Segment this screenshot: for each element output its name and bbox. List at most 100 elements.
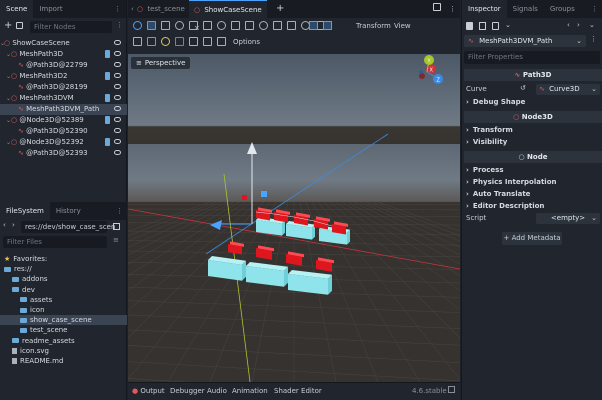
pin-icon[interactable]: [273, 21, 282, 30]
tab-inspector[interactable]: Inspector: [462, 0, 507, 18]
tree-row[interactable]: ∿ @Path3D@28199: [0, 82, 127, 93]
reset-icon[interactable]: ↺: [520, 84, 526, 92]
filter-files-input[interactable]: Filter Files: [3, 236, 107, 248]
fs-item[interactable]: show_case_scene: [0, 315, 127, 326]
3d-viewport[interactable]: X Z Y ≡ Perspective: [128, 54, 460, 382]
visibility-eye-icon[interactable]: [114, 84, 121, 89]
output-tab[interactable]: ● Output: [132, 387, 165, 395]
filter-properties-input[interactable]: Filter Properties: [464, 51, 600, 64]
visibility-eye-icon[interactable]: [114, 150, 121, 155]
visibility-eye-icon[interactable]: [114, 51, 121, 56]
options-menu[interactable]: Options: [233, 38, 260, 46]
fs-path-input[interactable]: res://dev/show_case_scen: [21, 221, 115, 233]
grid-snap-icon[interactable]: [323, 21, 332, 30]
visibility-eye-icon[interactable]: [114, 106, 121, 111]
curve-resource-picker[interactable]: ∿ Curve3D ⌄: [536, 84, 600, 95]
tree-row[interactable]: ⌄○ MeshPath3DVM: [0, 93, 127, 104]
load-resource-icon[interactable]: [479, 22, 486, 30]
fs-item[interactable]: addons: [0, 274, 127, 284]
fs-item[interactable]: icon: [0, 305, 127, 315]
path-mirror-icon[interactable]: [189, 37, 198, 46]
path-close-icon[interactable]: [175, 37, 184, 46]
new-tab-icon[interactable]: +: [276, 3, 284, 14]
path-add-icon[interactable]: [147, 37, 156, 46]
tab-showcasescene[interactable]: ○ ShowCaseScene ×: [189, 0, 267, 32]
physics-interpolation-section[interactable]: Physics Interpolation: [466, 177, 557, 188]
view-menu[interactable]: View: [394, 22, 411, 30]
script-icon[interactable]: [105, 72, 110, 80]
fs-item[interactable]: dev: [0, 285, 127, 295]
tree-row[interactable]: ⌄○ MeshPath3D: [0, 49, 127, 60]
tree-row[interactable]: ∿ MeshPath3DVM_Path: [0, 104, 127, 115]
forward-arrow-icon[interactable]: ›: [12, 221, 15, 229]
editor-description-section[interactable]: Editor Description: [466, 201, 545, 212]
tree-row[interactable]: ⌄○ MeshPath3D2: [0, 71, 127, 82]
path-lock-icon[interactable]: [217, 37, 226, 46]
tree-row[interactable]: ⌄○ ShowCaseScene: [0, 38, 127, 49]
path-tilt-icon[interactable]: [203, 37, 212, 46]
undo-icon[interactable]: [245, 21, 254, 30]
ruler-icon[interactable]: [231, 21, 240, 30]
new-resource-icon[interactable]: [466, 22, 473, 30]
object-menu-icon[interactable]: ⋮: [590, 35, 597, 43]
fs-item[interactable]: assets: [0, 295, 127, 305]
process-section[interactable]: Process: [466, 165, 504, 176]
tab-history[interactable]: History: [50, 202, 87, 220]
script-icon[interactable]: [105, 138, 110, 146]
dock-menu-icon[interactable]: ⋮: [114, 5, 122, 13]
redo-icon[interactable]: [259, 21, 268, 30]
visibility-eye-icon[interactable]: [114, 40, 121, 45]
perspective-menu[interactable]: ≡ Perspective: [131, 57, 191, 69]
visibility-eye-icon[interactable]: [114, 128, 121, 133]
transform-section[interactable]: Transform: [466, 125, 513, 136]
tab-groups[interactable]: Groups: [544, 0, 581, 18]
tabs-menu-icon[interactable]: ⋮: [449, 5, 456, 13]
distraction-free-icon[interactable]: [433, 3, 441, 11]
inspected-node-selector[interactable]: ∿ MeshPath3DVM_Path ⌄: [464, 35, 586, 47]
fs-item[interactable]: res://: [0, 264, 127, 274]
history-back-icon[interactable]: ‹: [567, 21, 570, 29]
script-icon[interactable]: [105, 50, 110, 58]
transform-menu[interactable]: Transform: [356, 22, 391, 30]
move-tool-icon[interactable]: [147, 21, 156, 30]
animation-tab[interactable]: Animation: [232, 387, 268, 395]
filter-nodes-input[interactable]: Filter Nodes: [30, 21, 112, 33]
tree-row[interactable]: ∿ @Path3D@22799: [0, 60, 127, 71]
tree-row[interactable]: ∿ @Path3D@52393: [0, 148, 127, 159]
script-picker[interactable]: <empty> ⌄: [536, 213, 600, 224]
script-icon[interactable]: [105, 94, 110, 102]
save-resource-icon[interactable]: [492, 22, 499, 30]
resource-menu-icon[interactable]: ⌄: [505, 21, 511, 29]
tab-filesystem[interactable]: FileSystem: [0, 202, 50, 220]
auto-translate-section[interactable]: Auto Translate: [466, 189, 531, 200]
lock-icon[interactable]: [203, 21, 212, 30]
tab-scene[interactable]: Scene: [0, 0, 34, 18]
tab-signals[interactable]: Signals: [507, 0, 544, 18]
add-metadata-button[interactable]: + Add Metadata: [502, 232, 562, 245]
fs-item[interactable]: README.md: [0, 356, 127, 366]
history-forward-icon[interactable]: ›: [577, 21, 580, 29]
bone-icon[interactable]: [287, 21, 296, 30]
tab-import[interactable]: Import: [33, 0, 68, 18]
tab-test-scene[interactable]: ○ test_scene: [134, 0, 190, 18]
visibility-eye-icon[interactable]: [114, 95, 121, 100]
fs-layout-icon[interactable]: [113, 223, 120, 230]
expand-panel-icon[interactable]: [448, 386, 455, 393]
back-arrow-icon[interactable]: ‹: [3, 221, 6, 229]
path-select-icon[interactable]: [133, 37, 142, 46]
audio-tab[interactable]: Audio: [207, 387, 227, 395]
fs-item[interactable]: readme_assets: [0, 336, 127, 346]
fs-item[interactable]: ★ Favorites:: [0, 254, 127, 264]
scale-tool-icon[interactable]: [175, 21, 184, 30]
fs-sort-icon[interactable]: ≡: [113, 236, 119, 244]
tree-row[interactable]: ⌄○ @Node3D@52392: [0, 137, 127, 148]
group-icon[interactable]: [217, 21, 226, 30]
visibility-eye-icon[interactable]: [114, 62, 121, 67]
tree-row[interactable]: ⌄○ @Node3D@52389: [0, 115, 127, 126]
script-icon[interactable]: [105, 116, 110, 124]
shader-editor-tab[interactable]: Shader Editor: [274, 387, 322, 395]
debug-shape-section[interactable]: Debug Shape: [466, 97, 526, 108]
visibility-eye-icon[interactable]: [114, 117, 121, 122]
visibility-eye-icon[interactable]: [114, 139, 121, 144]
fs-item[interactable]: icon.svg: [0, 346, 127, 356]
